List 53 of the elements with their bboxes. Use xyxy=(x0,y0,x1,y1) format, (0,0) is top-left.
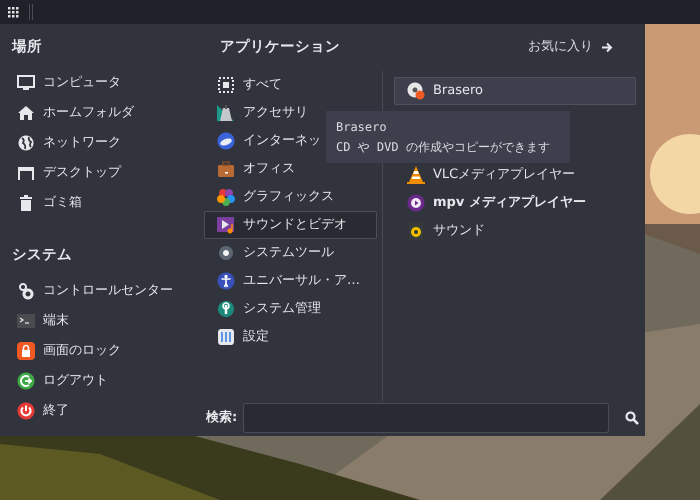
disc-icon xyxy=(407,82,425,100)
search-icon xyxy=(625,410,640,424)
play-circle-icon xyxy=(407,194,425,212)
monitor-icon xyxy=(17,74,35,92)
terminal-icon xyxy=(17,312,35,330)
search-label: 検索: xyxy=(206,408,238,427)
menu-item[interactable]: ホームフォルダ xyxy=(12,98,200,128)
home-icon xyxy=(17,104,35,122)
section-heading: アプリケーション xyxy=(220,38,340,57)
search-field[interactable] xyxy=(243,402,610,432)
menu-item[interactable]: 終了 xyxy=(12,396,200,426)
logout-icon xyxy=(17,372,35,390)
wrench-icon xyxy=(217,300,235,318)
globe-icon xyxy=(17,134,35,152)
accessibility-icon xyxy=(217,272,235,290)
app-item[interactable]: サウンド xyxy=(394,217,636,245)
trash-icon xyxy=(17,194,35,212)
power-icon xyxy=(17,402,35,420)
padlock-icon xyxy=(17,342,35,360)
color-petals-icon xyxy=(217,188,235,206)
favorites-link[interactable]: お気に入り xyxy=(528,37,613,57)
menu-item[interactable]: ログアウト xyxy=(12,366,200,396)
category-item[interactable]: ユニバーサル・ア… xyxy=(204,267,377,295)
category-item[interactable]: システムツール xyxy=(204,239,377,267)
category-item[interactable]: システム管理 xyxy=(204,295,377,323)
desktop-icon xyxy=(17,164,35,182)
category-item[interactable]: グラフィックス xyxy=(204,183,377,211)
section-heading: システム xyxy=(12,246,73,265)
tooltip: Brasero CD や DVD の作成やコピーができます xyxy=(326,111,570,163)
menu-item[interactable]: デスクトップ xyxy=(12,158,200,188)
film-music-icon xyxy=(217,216,235,234)
category-item[interactable]: サウンドとビデオ xyxy=(204,211,377,239)
traffic-cone-icon xyxy=(407,166,425,184)
menu-item[interactable]: ネットワーク xyxy=(12,128,200,158)
app-item[interactable]: VLCメディアプレイヤー xyxy=(394,161,636,189)
sliders-icon xyxy=(217,328,235,346)
section-heading: 場所 xyxy=(12,38,43,57)
accessories-icon xyxy=(217,104,235,122)
menu-item[interactable]: ゴミ箱 xyxy=(12,188,200,218)
speaker-icon xyxy=(407,222,425,240)
menu-item[interactable]: コンピュータ xyxy=(12,68,200,98)
globe-icon xyxy=(217,132,235,150)
app-grid-icon[interactable] xyxy=(8,6,19,18)
app-item[interactable]: Brasero xyxy=(394,77,636,105)
category-item[interactable]: 設定 xyxy=(204,323,377,351)
menu-item[interactable]: 画面のロック xyxy=(12,336,200,366)
category-item[interactable]: すべて xyxy=(204,71,377,99)
app-item[interactable]: mpv メディアプレイヤー xyxy=(394,189,636,217)
briefcase-icon xyxy=(217,160,235,178)
menu-item[interactable]: 端末 xyxy=(12,306,200,336)
grid-icon xyxy=(217,76,235,94)
menu-item[interactable]: コントロールセンター xyxy=(12,276,200,306)
arrow-right-icon xyxy=(601,42,613,52)
